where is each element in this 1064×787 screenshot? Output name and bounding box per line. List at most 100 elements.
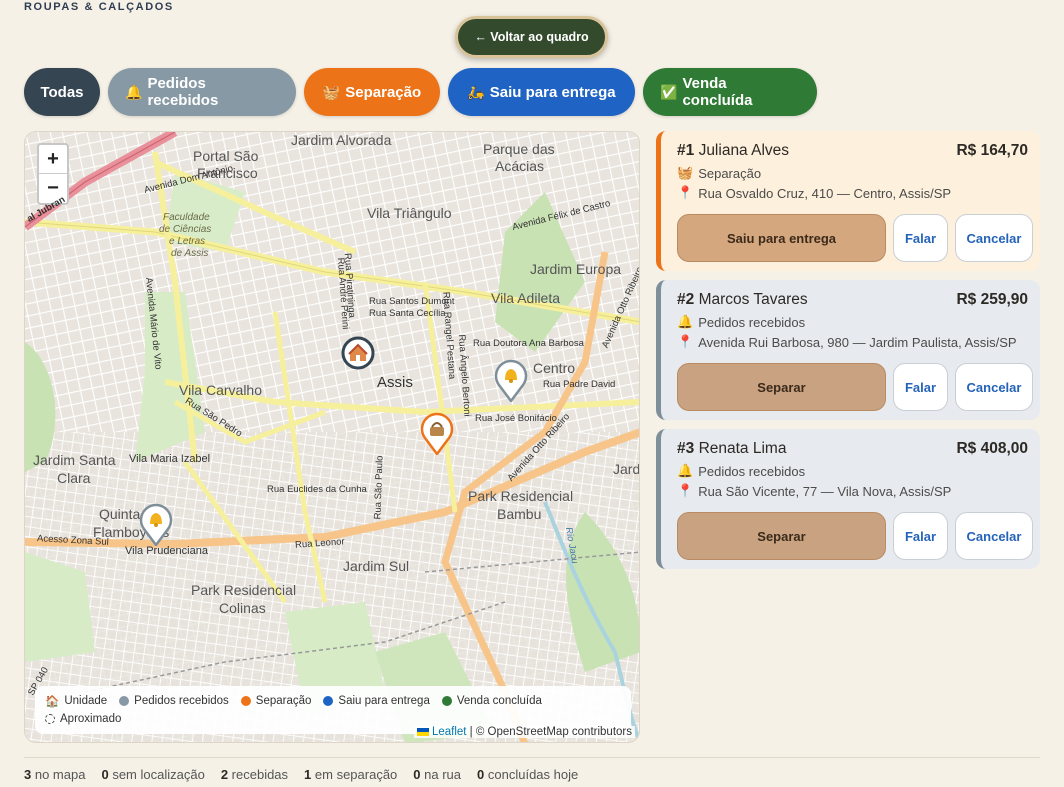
- basket-icon: 🧺: [677, 165, 694, 180]
- falar-button[interactable]: Falar: [893, 214, 948, 262]
- stat-na-rua: 0 na rua: [413, 767, 462, 782]
- map-label: Assis: [377, 374, 413, 391]
- filter-label: Pedidos recebidos: [147, 75, 219, 109]
- map-label: de Assis: [171, 248, 209, 259]
- divider: [24, 757, 1040, 758]
- ukraine-flag-icon: [416, 727, 429, 736]
- map-label: Jardim Santa: [33, 452, 116, 468]
- order-price: R$ 259,90: [956, 291, 1028, 308]
- order-number: #1: [677, 142, 695, 159]
- stat-recebidas: 2 recebidas: [220, 767, 289, 782]
- orders-map[interactable]: + − Jardim Alvorada Portal São Francisco…: [24, 131, 640, 743]
- house-icon: 🏠: [45, 696, 60, 708]
- unidade-pin-icon[interactable]: [341, 336, 375, 380]
- dot-icon: [119, 696, 130, 706]
- map-label: Vila Prudenciana: [125, 545, 208, 557]
- scooter-icon: 🛵: [467, 83, 485, 100]
- dot-icon: [240, 696, 251, 706]
- order-card[interactable]: #1 Juliana Alves R$ 164,70 🧺 Separação 📍 Ru…: [656, 131, 1040, 271]
- legend-recebidos: Pedidos recebidos: [119, 695, 229, 707]
- dot-icon: [323, 696, 334, 706]
- filter-venda-concluida[interactable]: ✅ Venda concluída: [643, 68, 817, 116]
- map-label: Jardim Europa: [530, 261, 622, 277]
- order-card[interactable]: #2 Marcos Tavares R$ 259,90 🔔 Pedidos rece…: [656, 280, 1040, 420]
- filter-pedidos-recebidos[interactable]: 🔔 Pedidos recebidos: [108, 68, 296, 116]
- order-status: Separação: [698, 165, 762, 181]
- street-label: Rua Euclides da Cunha: [267, 484, 367, 495]
- map-label: Quinta: [99, 506, 141, 522]
- map-label: Park Residencial: [191, 582, 297, 598]
- map-label: e Letras: [169, 236, 206, 247]
- map-label: Vila Adileta: [491, 290, 561, 306]
- map-attribution: Leaflet | © OpenStreetMap contributors: [413, 726, 635, 738]
- cancelar-button[interactable]: Cancelar: [955, 363, 1033, 411]
- zoom-in-button[interactable]: +: [39, 145, 67, 174]
- pin-icon: 📍: [677, 334, 694, 349]
- order-address: Avenida Rui Barbosa, 980 — Jardim Paulis…: [698, 334, 1017, 350]
- filter-label: Todas: [40, 83, 84, 101]
- separar-button[interactable]: Separar: [677, 363, 886, 411]
- back-to-board-button[interactable]: ← Voltar ao quadro: [455, 16, 608, 58]
- saiu-para-entrega-button[interactable]: Saiu para entrega: [677, 214, 886, 262]
- filter-label: Venda concluída: [682, 75, 753, 109]
- check-icon: ✅: [660, 83, 678, 100]
- order-pin-recebidos-icon[interactable]: [139, 502, 173, 546]
- legend-entrega: Saiu para entrega: [323, 695, 430, 707]
- order-number: #2: [677, 291, 695, 308]
- map-label: Portal São: [193, 148, 259, 164]
- customer-name: Renata Lima: [698, 440, 787, 457]
- dot-icon: [441, 696, 452, 706]
- stat-concluidas-hoje: 0 concluídas hoje: [477, 767, 579, 782]
- map-label: de Ciências: [159, 224, 212, 235]
- legend-unidade: 🏠 Unidade: [45, 695, 108, 708]
- legend-separacao: Separação: [240, 695, 311, 707]
- filter-saiu-para-entrega[interactable]: 🛵 Saiu para entrega: [448, 68, 635, 116]
- legend-aproximado: Aproximado: [45, 713, 121, 725]
- stat-em-separacao: 1 em separação: [304, 767, 398, 782]
- street-label: Rua Santa Cecília: [369, 308, 446, 319]
- bell-icon: 🔔: [677, 314, 694, 329]
- order-status: Pedidos recebidos: [698, 463, 806, 479]
- map-label: Parque das: [483, 141, 555, 157]
- cancelar-button[interactable]: Cancelar: [955, 512, 1033, 560]
- order-pin-separacao-icon[interactable]: [420, 411, 454, 455]
- legend-concluida: Venda concluída: [441, 695, 542, 707]
- filter-separacao[interactable]: 🧺 Separação: [304, 68, 440, 116]
- separar-button[interactable]: Separar: [677, 512, 886, 560]
- map-label: Park Residencial: [468, 488, 574, 504]
- map-label: Vila Triângulo: [367, 205, 452, 221]
- bell-icon: 🔔: [125, 83, 143, 100]
- basket-icon: 🧺: [322, 83, 341, 100]
- cancelar-button[interactable]: Cancelar: [955, 214, 1033, 262]
- street-label: Rua Doutora Ana Barbosa: [473, 338, 584, 349]
- map-label: Jardim Alvorada: [291, 132, 392, 148]
- stat-sem-localizacao: 0 sem localização: [101, 767, 205, 782]
- order-price: R$ 164,70: [956, 142, 1028, 159]
- filter-todas[interactable]: Todas: [24, 68, 100, 116]
- pin-icon: 📍: [677, 185, 694, 200]
- falar-button[interactable]: Falar: [893, 512, 948, 560]
- order-status: Pedidos recebidos: [698, 314, 806, 330]
- map-label: Colinas: [219, 600, 266, 616]
- street-label: Rua Padre David: [543, 379, 616, 390]
- stat-no-mapa: 3 no mapa: [24, 767, 86, 782]
- brand-title: ROUPAS & CALÇADOS: [24, 1, 174, 13]
- order-pin-recebidos-icon[interactable]: [494, 358, 528, 402]
- status-filters: Todas 🔔 Pedidos recebidos 🧺 Separação 🛵 Sai…: [24, 68, 817, 116]
- summary-stats: 3 no mapa 0 sem localização 2 recebidas …: [24, 767, 578, 782]
- order-address: Rua Osvaldo Cruz, 410 — Centro, Assis/SP: [698, 185, 952, 201]
- pin-icon: 📍: [677, 483, 694, 498]
- map-label: Acácias: [495, 158, 545, 174]
- map-label: Bambu: [497, 506, 542, 522]
- customer-name: Juliana Alves: [698, 142, 790, 159]
- order-number: #3: [677, 440, 695, 457]
- leaflet-link[interactable]: Leaflet: [432, 726, 467, 738]
- order-card[interactable]: #3 Renata Lima R$ 408,00 🔔 Pedidos recebid…: [656, 429, 1040, 569]
- zoom-controls: + −: [37, 143, 69, 205]
- street-label: Rua São Paulo: [372, 455, 386, 520]
- falar-button[interactable]: Falar: [893, 363, 948, 411]
- order-price: R$ 408,00: [956, 440, 1028, 457]
- filter-label: Separação: [345, 83, 422, 101]
- map-label: Centro: [533, 360, 576, 376]
- map-label: Clara: [57, 470, 91, 486]
